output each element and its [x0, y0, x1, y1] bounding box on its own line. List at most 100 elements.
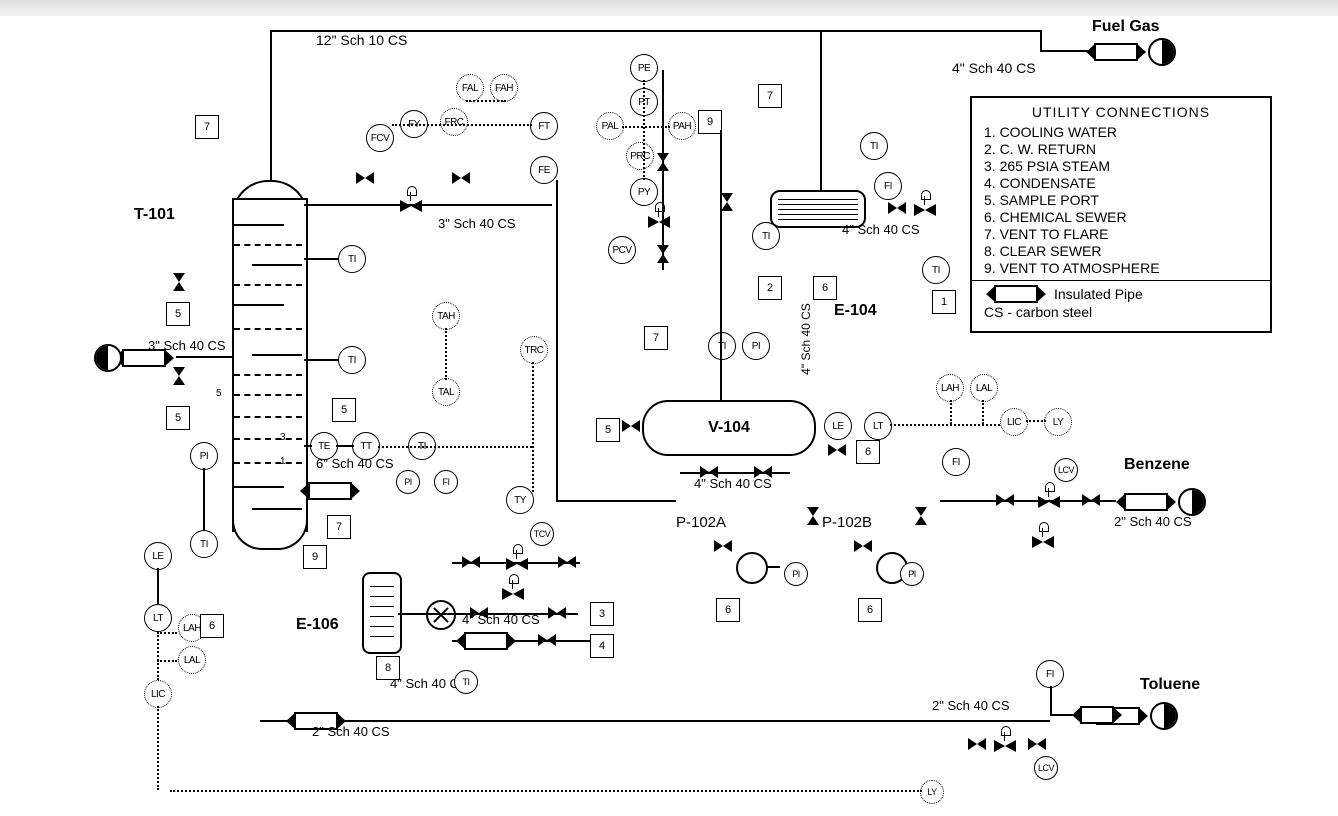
util-4a: 4: [590, 634, 614, 658]
instr-ti-2: TI: [338, 346, 366, 374]
instr-le-v104: LE: [824, 412, 852, 440]
valve-cond1: [538, 634, 556, 646]
instr-pi-reb: PI: [396, 470, 420, 494]
instr-prc: PRC: [626, 142, 654, 170]
util-7b: 7: [327, 515, 351, 539]
window-shade: [0, 0, 1338, 16]
spec-v104-vert: 4" Sch 40 CS: [799, 303, 813, 375]
valve-p102b-ck: [915, 507, 927, 525]
instr-ti-e104a: TI: [860, 132, 888, 160]
instr-pcv: PCV: [608, 236, 636, 264]
instr-lcv-tol: LCV: [1034, 756, 1058, 780]
util-5c: 5: [332, 398, 356, 422]
instr-pi-col: PI: [190, 442, 218, 470]
instr-ti-e104c: TI: [752, 222, 780, 250]
spec-overhead: 4" Sch 40 CS: [952, 60, 1036, 76]
legend-item: 4. CONDENSATE: [984, 175, 1258, 191]
util-7c: 7: [758, 84, 782, 108]
util-6e: 6: [858, 598, 882, 622]
instr-pe: PE: [630, 54, 658, 82]
inspipe-reb: [308, 482, 352, 500]
valve-t1: [462, 556, 480, 568]
util-2a: 2: [758, 276, 782, 300]
util-5d: 5: [596, 418, 620, 442]
inspipe-cond: [464, 632, 508, 650]
spec-v104out: 4" Sch 40 CS: [694, 476, 772, 491]
cvalve-bz: [1038, 486, 1060, 508]
instr-py: PY: [630, 178, 658, 206]
terminator-benzene: [1124, 490, 1178, 510]
equip-t101: [232, 198, 308, 532]
legend-box: UTILITY CONNECTIONS 1. COOLING WATER 2. …: [970, 96, 1272, 333]
valve-p102b-suc: [854, 540, 872, 552]
equip-v104: V-104: [642, 400, 816, 456]
util-7d: 7: [644, 326, 668, 350]
instr-pal: PAL: [596, 112, 624, 140]
equip-t101-label: T-101: [134, 206, 175, 224]
spec-benzene: 2" Sch 40 CS: [1114, 514, 1192, 529]
valve-feed-block: [173, 367, 185, 385]
terminator-fuel-gas: [1094, 40, 1148, 60]
legend-cs: CS - carbon steel: [984, 304, 1258, 320]
util-3a: 3: [590, 602, 614, 626]
instr-fi-tol: FI: [1036, 660, 1064, 688]
cvalve-pcv: [648, 206, 670, 228]
instr-ly-v104: LY: [1044, 408, 1072, 436]
instr-fcv: FCV: [366, 124, 394, 152]
stream-toluene: Toluene: [1140, 676, 1200, 694]
legend-item: 7. VENT TO FLARE: [984, 226, 1258, 242]
cvalve-stm: [502, 578, 524, 600]
legend-item: 1. COOLING WATER: [984, 124, 1258, 140]
spec-reflux: 3" Sch 40 CS: [438, 216, 516, 231]
spec-reboiler: 4" Sch 40 CS: [462, 612, 540, 627]
instr-fe: FE: [530, 156, 558, 184]
inspipe-tol: [1080, 706, 1114, 724]
util-5b: 5: [166, 406, 190, 430]
spec-bottoms: 2" Sch 40 CS: [312, 724, 390, 739]
instr-ty: TY: [506, 486, 534, 514]
spec-e104in: 4" Sch 40 CS: [842, 222, 920, 237]
util-9b: 9: [698, 110, 722, 134]
spec-6sch40: 6" Sch 40 CS: [316, 456, 394, 471]
instr-lic: LIC: [144, 680, 172, 708]
legend-item: 6. CHEMICAL SEWER: [984, 209, 1258, 225]
valve-v104-sample: [622, 420, 640, 432]
instr-ti-1: TI: [338, 245, 366, 273]
util-7a: 7: [195, 115, 219, 139]
valve-t2: [558, 556, 576, 568]
equip-e104-label: E-104: [834, 302, 877, 320]
legend-item: 9. VENT TO ATMOSPHERE: [984, 260, 1258, 276]
legend-item: 5. SAMPLE PORT: [984, 192, 1258, 208]
valve-v104-d1: [828, 444, 846, 456]
instr-ti-e104b: TI: [922, 256, 950, 284]
instr-ti-reboil: TI: [454, 670, 478, 694]
instr-le: LE: [144, 542, 172, 570]
instr-fal: FAL: [456, 74, 484, 102]
legend-item: 2. C. W. RETURN: [984, 141, 1258, 157]
legend-title: UTILITY CONNECTIONS: [984, 104, 1258, 120]
instr-frc: FRC: [440, 108, 468, 136]
cvalve-tcv: [506, 548, 528, 570]
instr-fi-v104: FI: [942, 448, 970, 476]
instr-tal: TAL: [432, 378, 460, 406]
valve-feed-block2: [173, 273, 185, 291]
instr-pi-v104: PI: [742, 332, 770, 360]
valve-stm2: [548, 607, 566, 619]
instr-lic-v104: LIC: [1000, 408, 1028, 436]
instr-lt: LT: [144, 604, 172, 632]
terminator-feed: [122, 346, 176, 366]
equip-p102b-label: P-102B: [822, 514, 872, 531]
stream-benzene: Benzene: [1124, 456, 1190, 474]
pid-diagram: { "streams":{ "fuel_gas":"Fuel Gas", "be…: [0, 0, 1338, 816]
valve-e104a: [888, 202, 906, 214]
valve-p102a-suc: [714, 540, 732, 552]
instr-ly-tol: LY: [920, 780, 944, 804]
instr-pah: PAH: [668, 112, 696, 140]
instr-ti-v104: TI: [708, 332, 736, 360]
instr-tah: TAH: [432, 302, 460, 330]
valve-p3: [721, 193, 733, 211]
instr-lah-v104: LAH: [936, 374, 964, 402]
legend-inspipe: Insulated Pipe: [1054, 286, 1143, 302]
instr-fi-reb: FI: [434, 470, 458, 494]
valve-tol1: [968, 738, 986, 750]
